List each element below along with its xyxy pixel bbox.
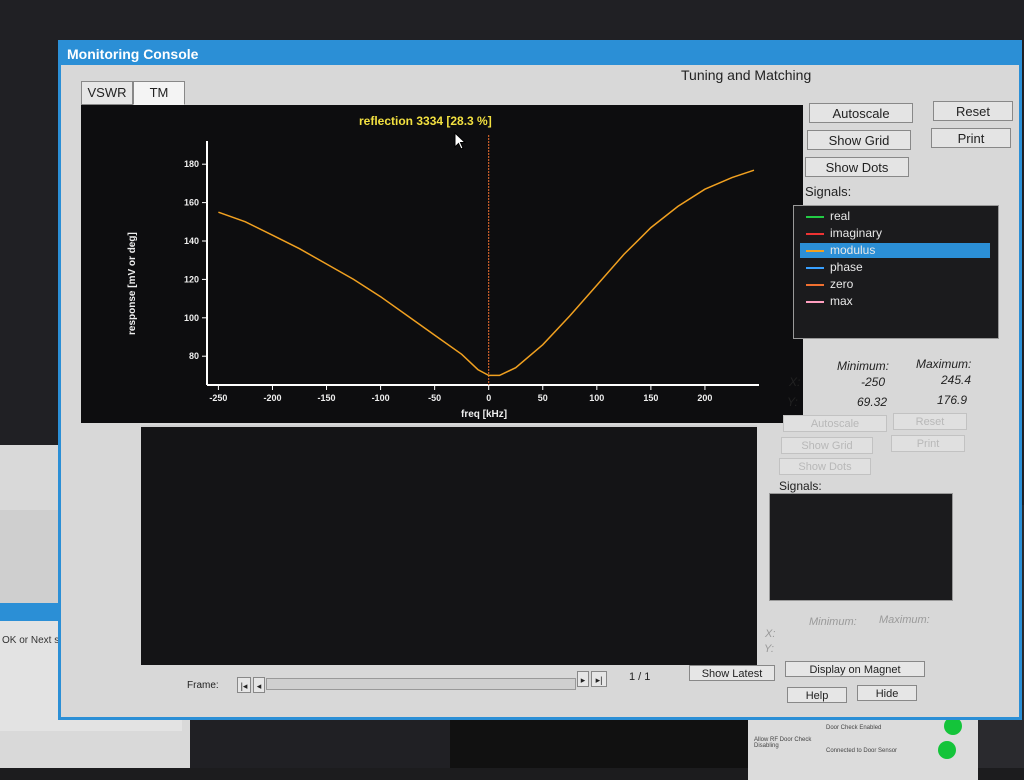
print-button-lower[interactable]: Print — [891, 435, 965, 452]
y-tick-label: 140 — [184, 236, 199, 246]
x-tick-label: -100 — [372, 393, 390, 403]
display-on-magnet-button[interactable]: Display on Magnet — [785, 661, 925, 677]
phase-swatch — [806, 267, 824, 269]
signal-real[interactable]: real — [800, 209, 990, 224]
x-tick-label: -50 — [428, 393, 441, 403]
window-title: Monitoring Console — [61, 43, 1019, 65]
show-dots-button-lower[interactable]: Show Dots — [779, 458, 871, 475]
signal-label: modulus — [830, 243, 876, 257]
show-grid-button-lower[interactable]: Show Grid — [781, 437, 873, 454]
signal-max[interactable]: max — [800, 294, 990, 309]
show-grid-button[interactable]: Show Grid — [807, 130, 911, 150]
signal-label: zero — [830, 277, 854, 291]
response-chart: reflection 3334 [28.3 %] response [mV or… — [127, 114, 759, 420]
show-latest-button[interactable]: Show Latest — [689, 665, 775, 681]
signal-label: imaginary — [830, 226, 883, 240]
x-row-label: X: — [789, 375, 801, 389]
modulus-swatch — [806, 250, 824, 252]
y-tick-label: 120 — [184, 274, 199, 284]
first-frame-button[interactable]: |◂ — [237, 677, 251, 693]
hide-button[interactable]: Hide — [857, 685, 917, 701]
signal-phase[interactable]: phase — [800, 260, 990, 275]
bottom-plot — [141, 427, 757, 665]
tab-vswr[interactable]: VSWR — [81, 81, 133, 105]
y-row-label: Y: — [787, 395, 798, 409]
monitoring-console-window: Monitoring Console Tuning and Matching V… — [58, 40, 1022, 720]
signal-imaginary[interactable]: imaginary — [800, 226, 990, 241]
autoscale-button-lower[interactable]: Autoscale — [783, 415, 887, 432]
last-frame-button[interactable]: ▸| — [591, 671, 607, 687]
frame-slider[interactable] — [266, 678, 576, 690]
x-tick-label: 50 — [538, 393, 548, 403]
tab-tm[interactable]: TM — [133, 81, 185, 105]
x-minimum-value: -250 — [861, 375, 886, 389]
signal-label: phase — [830, 260, 863, 274]
show-dots-button[interactable]: Show Dots — [805, 157, 909, 177]
signals-label: Signals: — [805, 184, 852, 199]
x-tick-label: -250 — [209, 393, 227, 403]
series-line-modulus — [218, 169, 755, 377]
x-row-label-lower: X: — [765, 628, 776, 640]
signal-label: real — [830, 209, 851, 223]
y-tick-label: 180 — [184, 159, 199, 169]
door-sensor-label: Connected to Door Sensor — [826, 748, 898, 754]
y-row-label-lower: Y: — [764, 643, 774, 655]
window-subtitle: Tuning and Matching — [681, 67, 812, 83]
y-minimum-value: 69.32 — [857, 395, 888, 409]
max-swatch — [806, 301, 824, 303]
minimum-header-lower: Minimum: — [809, 616, 857, 628]
signals-list: real imaginary modulus phase zero max — [793, 205, 999, 339]
y-tick-label: 160 — [184, 198, 199, 208]
door-check-label: Door Check Enabled — [826, 725, 882, 731]
frame-label: Frame: — [187, 680, 219, 691]
y-axis-label: response [mV or deg] — [127, 232, 138, 335]
y-tick-label: 100 — [184, 313, 199, 323]
reset-button-lower[interactable]: Reset — [893, 413, 967, 430]
real-swatch — [806, 216, 824, 218]
top-plot: reflection 3334 [28.3 %] response [mV or… — [81, 105, 803, 423]
x-tick-label: 150 — [643, 393, 658, 403]
x-tick-label: -200 — [263, 393, 281, 403]
x-maximum-value: 245.4 — [941, 373, 972, 387]
signal-zero[interactable]: zero — [800, 277, 990, 292]
reset-button[interactable]: Reset — [933, 101, 1013, 121]
y-maximum-value: 176.9 — [937, 393, 968, 407]
door-sensor-led — [938, 741, 956, 759]
help-button[interactable]: Help — [787, 687, 847, 703]
x-tick-label: 100 — [589, 393, 604, 403]
next-frame-button[interactable]: ▸ — [577, 671, 589, 687]
plot-annotation: reflection 3334 [28.3 %] — [359, 114, 492, 128]
imaginary-swatch — [806, 233, 824, 235]
frame-counter: 1 / 1 — [629, 671, 651, 683]
signal-label: max — [830, 294, 853, 308]
print-button[interactable]: Print — [931, 128, 1011, 148]
maximum-header-lower: Maximum: — [879, 614, 930, 626]
rf-door-label: Allow RF Door Check Disabling — [754, 737, 812, 749]
x-tick-label: 0 — [486, 393, 491, 403]
signal-modulus[interactable]: modulus — [800, 243, 990, 258]
zero-swatch — [806, 284, 824, 286]
background-panel-bottom — [450, 720, 750, 768]
x-tick-label: -150 — [318, 393, 336, 403]
prev-frame-button[interactable]: ◂ — [253, 677, 265, 693]
minimum-header: Minimum: — [837, 359, 890, 373]
maximum-header: Maximum: — [916, 357, 972, 371]
autoscale-button[interactable]: Autoscale — [809, 103, 913, 123]
x-tick-label: 200 — [697, 393, 712, 403]
signals-list-lower — [769, 493, 953, 601]
y-tick-label: 80 — [189, 351, 199, 361]
signals-label-lower: Signals: — [779, 479, 822, 493]
mouse-cursor-icon — [454, 132, 467, 150]
x-axis-label: freq [kHz] — [461, 409, 507, 420]
